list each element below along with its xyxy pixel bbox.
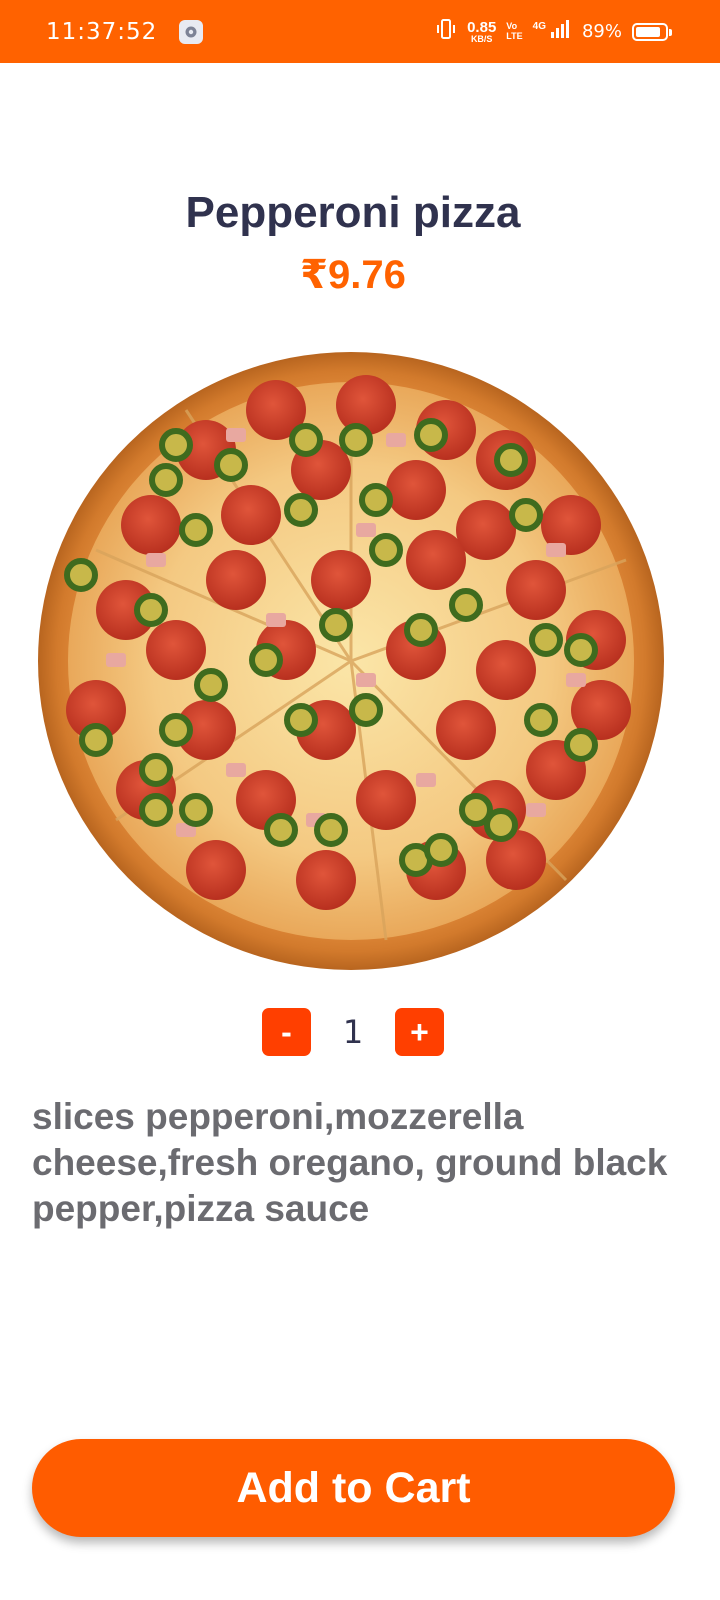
pepperoni-topping [436,700,496,760]
jalapeno-topping [449,588,483,622]
status-bar: 11:37:52 0.85 KB/S Vo LTE 4G 89% [0,0,720,63]
battery-icon [632,22,672,41]
pepperoni-topping [296,850,356,910]
bacon-topping [146,553,166,567]
pepperoni-topping [386,460,446,520]
jalapeno-topping [319,608,353,642]
network-speed: 0.85 KB/S [467,20,496,44]
bacon-topping [546,543,566,557]
jalapeno-topping [414,418,448,452]
jalapeno-topping [249,643,283,677]
pepperoni-topping [311,550,371,610]
pepperoni-topping [336,375,396,435]
pepperoni-topping [206,550,266,610]
pepperoni-topping [186,840,246,900]
pepperoni-topping [476,640,536,700]
jalapeno-topping [159,428,193,462]
jalapeno-topping [139,753,173,787]
jalapeno-topping [524,703,558,737]
jalapeno-topping [179,513,213,547]
bacon-topping [416,773,436,787]
jalapeno-topping [349,693,383,727]
product-description: slices pepperoni,mozzerella cheese,fresh… [32,1096,668,1229]
jalapeno-topping [369,533,403,567]
network-speed-unit: KB/S [470,33,493,44]
jalapeno-topping [289,423,323,457]
jalapeno-topping [564,633,598,667]
battery-percent: 89% [581,21,622,42]
pepperoni-topping [456,500,516,560]
jalapeno-topping [284,703,318,737]
volte-indicator: Vo LTE [506,21,523,41]
jalapeno-topping [134,593,168,627]
add-to-cart-button[interactable]: Add to Cart [32,1439,675,1537]
status-right-group: 0.85 KB/S Vo LTE 4G 89% [435,18,672,45]
signal-icon [550,19,572,44]
jalapeno-topping [139,793,173,827]
jalapeno-topping [214,448,248,482]
battery-level-fill [636,26,661,37]
jalapeno-topping [284,493,318,527]
bacon-topping [226,428,246,442]
jalapeno-topping [64,558,98,592]
product-price: ₹9.76 [300,253,406,297]
jalapeno-topping [314,813,348,847]
vibrate-icon [435,18,457,45]
pepperoni-topping [221,485,281,545]
jalapeno-topping [509,498,543,532]
product-title: Pepperoni pizza [185,188,521,237]
status-left-group: 11:37:52 [46,18,204,45]
settings-icon [179,19,204,44]
jalapeno-topping [529,623,563,657]
battery-nub [669,28,672,36]
status-time: 11:37:52 [46,18,158,45]
pepperoni-topping [356,770,416,830]
jalapeno-topping [264,813,298,847]
jalapeno-topping [179,793,213,827]
increase-quantity-button[interactable]: + [394,1008,444,1056]
jalapeno-topping [494,443,528,477]
quantity-stepper: - 1 + [262,1008,444,1056]
bacon-topping [356,523,376,537]
bacon-topping [526,803,546,817]
jalapeno-topping [79,723,113,757]
bacon-topping [356,673,376,687]
jalapeno-topping [404,613,438,647]
pizza-image [36,350,666,972]
jalapeno-topping [159,713,193,747]
jalapeno-topping [149,463,183,497]
pepperoni-topping [146,620,206,680]
jalapeno-topping [484,808,518,842]
bacon-topping [386,433,406,447]
bacon-topping [566,673,586,687]
quantity-value: 1 [342,1013,364,1051]
network-speed-value: 0.85 [467,18,497,36]
bacon-topping [106,653,126,667]
pepperoni-topping [506,560,566,620]
decrease-quantity-button[interactable]: - [262,1008,311,1056]
jalapeno-topping [339,423,373,457]
bacon-topping [226,763,246,777]
bacon-topping [266,613,286,627]
network-type-label: 4G [532,21,546,32]
jalapeno-topping [194,668,228,702]
volte-bottom-label: LTE [506,30,523,41]
jalapeno-topping [424,833,458,867]
pepperoni-topping [406,530,466,590]
jalapeno-topping [564,728,598,762]
jalapeno-topping [359,483,393,517]
pepperoni-topping [121,495,181,555]
